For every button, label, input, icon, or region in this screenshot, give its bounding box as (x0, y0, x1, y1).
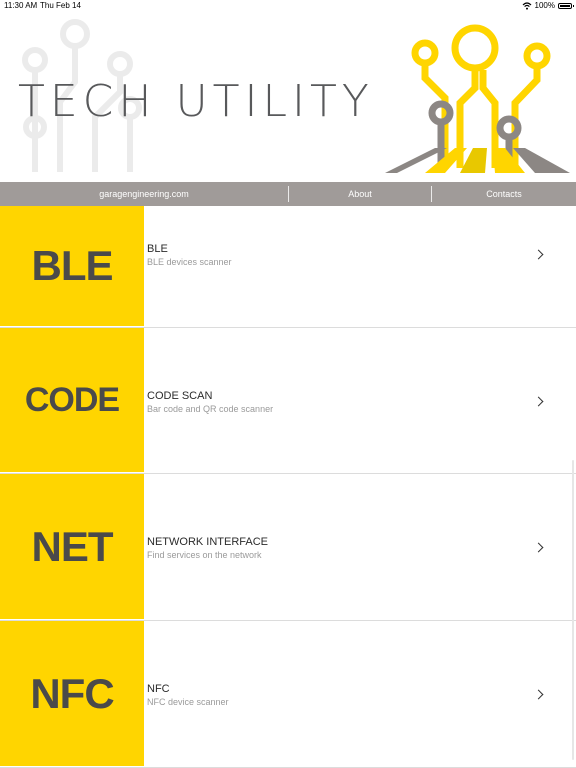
list-item-nfc[interactable]: NFC NFC NFC device scanner (0, 621, 576, 768)
tile-ble: BLE (0, 206, 144, 326)
chevron-right-icon (533, 396, 544, 407)
tile-code: CODE (0, 328, 144, 472)
tile-net: NET (0, 474, 144, 619)
tile-nfc: NFC (0, 621, 144, 766)
chevron-right-icon (533, 542, 544, 553)
app-header: TECH UTILITY (0, 12, 576, 182)
nav-link-website[interactable]: garagengineering.com (0, 182, 288, 206)
scroll-indicator[interactable] (572, 460, 574, 760)
list-item-code[interactable]: CODE CODE SCAN Bar code and QR code scan… (0, 328, 576, 474)
nav-divider (288, 186, 289, 202)
row-title: NFC (147, 683, 170, 695)
row-subtitle: NFC device scanner (147, 697, 229, 707)
chevron-right-icon (533, 249, 544, 260)
row-subtitle: Find services on the network (147, 550, 262, 560)
status-date: Thu Feb 14 (40, 1, 81, 10)
wifi-icon (522, 1, 531, 10)
nav-divider (431, 186, 432, 202)
app-title: TECH UTILITY (18, 76, 374, 127)
status-time: 11:30 AM (4, 1, 38, 10)
row-title: CODE SCAN (147, 390, 213, 402)
row-subtitle: BLE devices scanner (147, 257, 232, 267)
nav-bar: garagengineering.com About Contacts (0, 182, 576, 206)
row-subtitle: Bar code and QR code scanner (147, 404, 274, 414)
list-item-ble[interactable]: BLE BLE BLE devices scanner (0, 206, 576, 328)
chevron-right-icon (533, 689, 544, 700)
status-right: 100% (522, 1, 574, 10)
battery-icon (558, 2, 574, 9)
status-bar: 11:30 AM Thu Feb 14 100% (0, 0, 576, 12)
tech-utility-logo-icon (385, 24, 570, 173)
battery-percent: 100% (534, 1, 555, 10)
nav-link-contacts[interactable]: Contacts (432, 182, 576, 206)
list-item-net[interactable]: NET NETWORK INTERFACE Find services on t… (0, 474, 576, 621)
row-title: BLE (147, 243, 168, 255)
nav-link-about[interactable]: About (289, 182, 431, 206)
row-title: NETWORK INTERFACE (147, 536, 269, 548)
